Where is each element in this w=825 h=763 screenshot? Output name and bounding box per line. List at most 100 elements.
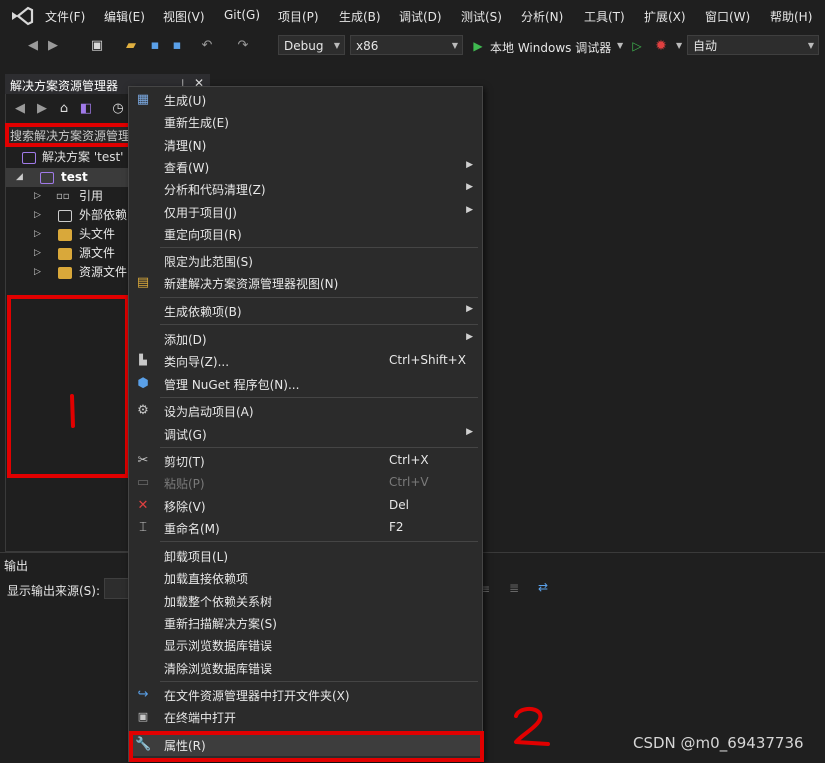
menu-test[interactable]: 测试(S) bbox=[461, 8, 502, 25]
auto-select[interactable]: 自动 ▼ bbox=[687, 35, 819, 55]
ctx-unload[interactable]: 卸载项目(L) bbox=[129, 545, 481, 567]
build-icon: ▦ bbox=[136, 92, 150, 107]
word-wrap-icon[interactable]: ⇄ bbox=[538, 580, 548, 594]
run-icon[interactable]: ▶ bbox=[469, 37, 487, 55]
ctx-debug[interactable]: 调试(G) ▶ bbox=[129, 423, 481, 445]
ctx-project-only[interactable]: 仅用于项目(J) ▶ bbox=[129, 201, 481, 223]
menu-project[interactable]: 项目(P) bbox=[278, 8, 319, 25]
watermark: CSDN @m0_69437736 bbox=[633, 734, 804, 752]
main-toolbar: ◀ ▶ ▣ ▰ ▪ ▪ ↶ ↷ Debug ▼ x86 ▼ ▶ 本地 Windo… bbox=[0, 32, 825, 60]
ctx-clean-label: 清理(N) bbox=[164, 139, 207, 153]
menu-view[interactable]: 视图(V) bbox=[163, 8, 205, 25]
back-icon[interactable]: ◀ bbox=[11, 100, 29, 118]
rename-icon: ⌶ bbox=[139, 520, 147, 535]
platform-select[interactable]: x86 ▼ bbox=[350, 35, 463, 55]
ctx-build[interactable]: ▦ 生成(U) bbox=[129, 89, 481, 111]
annotation-number-2 bbox=[514, 707, 550, 746]
ctx-rename-label: 重命名(M) bbox=[164, 522, 220, 536]
open-folder-icon[interactable]: ▰ bbox=[122, 37, 140, 55]
new-project-icon[interactable]: ▣ bbox=[88, 37, 106, 55]
ctx-load-tree[interactable]: 加载整个依赖关系树 bbox=[129, 590, 481, 612]
ctx-class-wizard[interactable]: ▙ 类向导(Z)... Ctrl+Shift+X bbox=[129, 350, 481, 372]
menu-separator bbox=[160, 324, 478, 325]
ctx-nuget-label: 管理 NuGet 程序包(N)... bbox=[164, 378, 300, 392]
ctx-paste-label: 粘贴(P) bbox=[164, 477, 205, 491]
forward-icon[interactable]: ▶ bbox=[33, 100, 51, 118]
configuration-select[interactable]: Debug ▼ bbox=[278, 35, 345, 55]
ctx-rebuild[interactable]: 重新生成(E) bbox=[129, 111, 481, 133]
collapsed-arrow-icon[interactable]: ▷ bbox=[34, 225, 41, 244]
redo-icon[interactable]: ↷ bbox=[234, 37, 252, 55]
ctx-set-startup[interactable]: ⚙ 设为启动项目(A) bbox=[129, 400, 481, 422]
ctx-load-direct[interactable]: 加载直接依赖项 bbox=[129, 567, 481, 589]
ctx-unload-label: 卸载项目(L) bbox=[164, 550, 229, 564]
ctx-class-wizard-label: 类向导(Z)... bbox=[164, 355, 230, 369]
class-wizard-icon: ▙ bbox=[139, 355, 147, 366]
run-debugger-button[interactable]: 本地 Windows 调试器 bbox=[490, 39, 611, 56]
chevron-down-icon[interactable]: ▼ bbox=[617, 41, 623, 50]
save-all-icon[interactable]: ▪ bbox=[168, 37, 186, 55]
ctx-show-db-errors[interactable]: 显示浏览数据库错误 bbox=[129, 634, 481, 656]
menu-tools[interactable]: 工具(T) bbox=[584, 8, 625, 25]
collapsed-arrow-icon[interactable]: ▷ bbox=[34, 206, 41, 225]
ctx-open-terminal[interactable]: ▣ 在终端中打开 bbox=[129, 706, 481, 728]
ctx-cut[interactable]: ✂ 剪切(T) Ctrl+X bbox=[129, 450, 481, 472]
chevron-down-icon[interactable]: ▼ bbox=[676, 41, 682, 50]
output-title: 输出 bbox=[4, 559, 29, 573]
tree-item-label: 头文件 bbox=[79, 227, 116, 241]
submenu-arrow-icon: ▶ bbox=[466, 332, 473, 342]
visual-studio-logo-icon[interactable] bbox=[10, 6, 34, 26]
ctx-build-deps[interactable]: 生成依赖项(B) ▶ bbox=[129, 300, 481, 322]
ctx-add[interactable]: 添加(D) ▶ bbox=[129, 328, 481, 350]
ctx-clean[interactable]: 清理(N) bbox=[129, 134, 481, 156]
ctx-view[interactable]: 查看(W) ▶ bbox=[129, 156, 481, 178]
start-without-debugging-icon[interactable]: ▷ bbox=[628, 37, 646, 55]
submenu-arrow-icon: ▶ bbox=[466, 304, 473, 314]
hot-reload-icon[interactable]: ✹ bbox=[652, 37, 670, 55]
ctx-nuget[interactable]: ⬢ 管理 NuGet 程序包(N)... bbox=[129, 373, 481, 395]
back-icon[interactable]: ◀ bbox=[24, 37, 42, 55]
history-icon[interactable]: ◷ bbox=[109, 100, 127, 118]
ctx-project-only-label: 仅用于项目(J) bbox=[164, 206, 237, 220]
menu-window[interactable]: 窗口(W) bbox=[705, 8, 750, 25]
ctx-remove[interactable]: ✕ 移除(V) Del bbox=[129, 495, 481, 517]
chevron-down-icon: ▼ bbox=[807, 41, 814, 50]
menu-separator bbox=[160, 447, 478, 448]
collapsed-arrow-icon[interactable]: ▷ bbox=[34, 263, 41, 282]
menu-extensions[interactable]: 扩展(X) bbox=[644, 8, 686, 25]
chevron-down-icon: ▼ bbox=[333, 41, 340, 50]
ctx-open-folder[interactable]: ↪ 在文件资源管理器中打开文件夹(X) bbox=[129, 684, 481, 706]
menu-debug[interactable]: 调试(D) bbox=[399, 8, 442, 25]
menu-edit[interactable]: 编辑(E) bbox=[104, 8, 145, 25]
submenu-arrow-icon: ▶ bbox=[466, 427, 473, 437]
nuget-icon: ⬢ bbox=[137, 376, 149, 391]
ctx-cut-shortcut: Ctrl+X bbox=[389, 453, 429, 467]
collapsed-arrow-icon[interactable]: ▷ bbox=[34, 244, 41, 263]
menu-separator bbox=[160, 681, 478, 682]
save-icon[interactable]: ▪ bbox=[146, 37, 164, 55]
new-view-icon: ▤ bbox=[136, 275, 150, 290]
ctx-new-view[interactable]: ▤ 新建解决方案资源管理器视图(N) bbox=[129, 272, 481, 294]
ctx-retarget[interactable]: 重定向项目(R) bbox=[129, 223, 481, 245]
home-icon[interactable]: ⌂ bbox=[55, 100, 73, 118]
menu-build[interactable]: 生成(B) bbox=[339, 8, 381, 25]
ctx-rescan[interactable]: 重新扫描解决方案(S) bbox=[129, 612, 481, 634]
annotation-box-1 bbox=[7, 295, 129, 478]
ctx-rescan-label: 重新扫描解决方案(S) bbox=[164, 617, 277, 631]
ctx-clear-db-errors[interactable]: 清除浏览数据库错误 bbox=[129, 657, 481, 679]
ctx-analyze[interactable]: 分析和代码清理(Z) ▶ bbox=[129, 178, 481, 200]
forward-icon[interactable]: ▶ bbox=[44, 37, 62, 55]
menu-analyze[interactable]: 分析(N) bbox=[521, 8, 563, 25]
ctx-rename[interactable]: ⌶ 重命名(M) F2 bbox=[129, 517, 481, 539]
project-icon bbox=[40, 172, 54, 184]
ctx-scope[interactable]: 限定为此范围(S) bbox=[129, 250, 481, 272]
collapsed-arrow-icon[interactable]: ▷ bbox=[34, 187, 41, 206]
menu-git[interactable]: Git(G) bbox=[224, 8, 260, 22]
undo-icon[interactable]: ↶ bbox=[198, 37, 216, 55]
ctx-load-direct-label: 加载直接依赖项 bbox=[164, 572, 249, 586]
toggle-wrap-icon[interactable]: ≣ bbox=[509, 581, 519, 595]
menu-help[interactable]: 帮助(H) bbox=[770, 8, 812, 25]
expanded-arrow-icon[interactable]: ◢ bbox=[16, 168, 23, 187]
switch-views-icon[interactable]: ◧ bbox=[77, 100, 95, 118]
menu-file[interactable]: 文件(F) bbox=[45, 8, 85, 25]
